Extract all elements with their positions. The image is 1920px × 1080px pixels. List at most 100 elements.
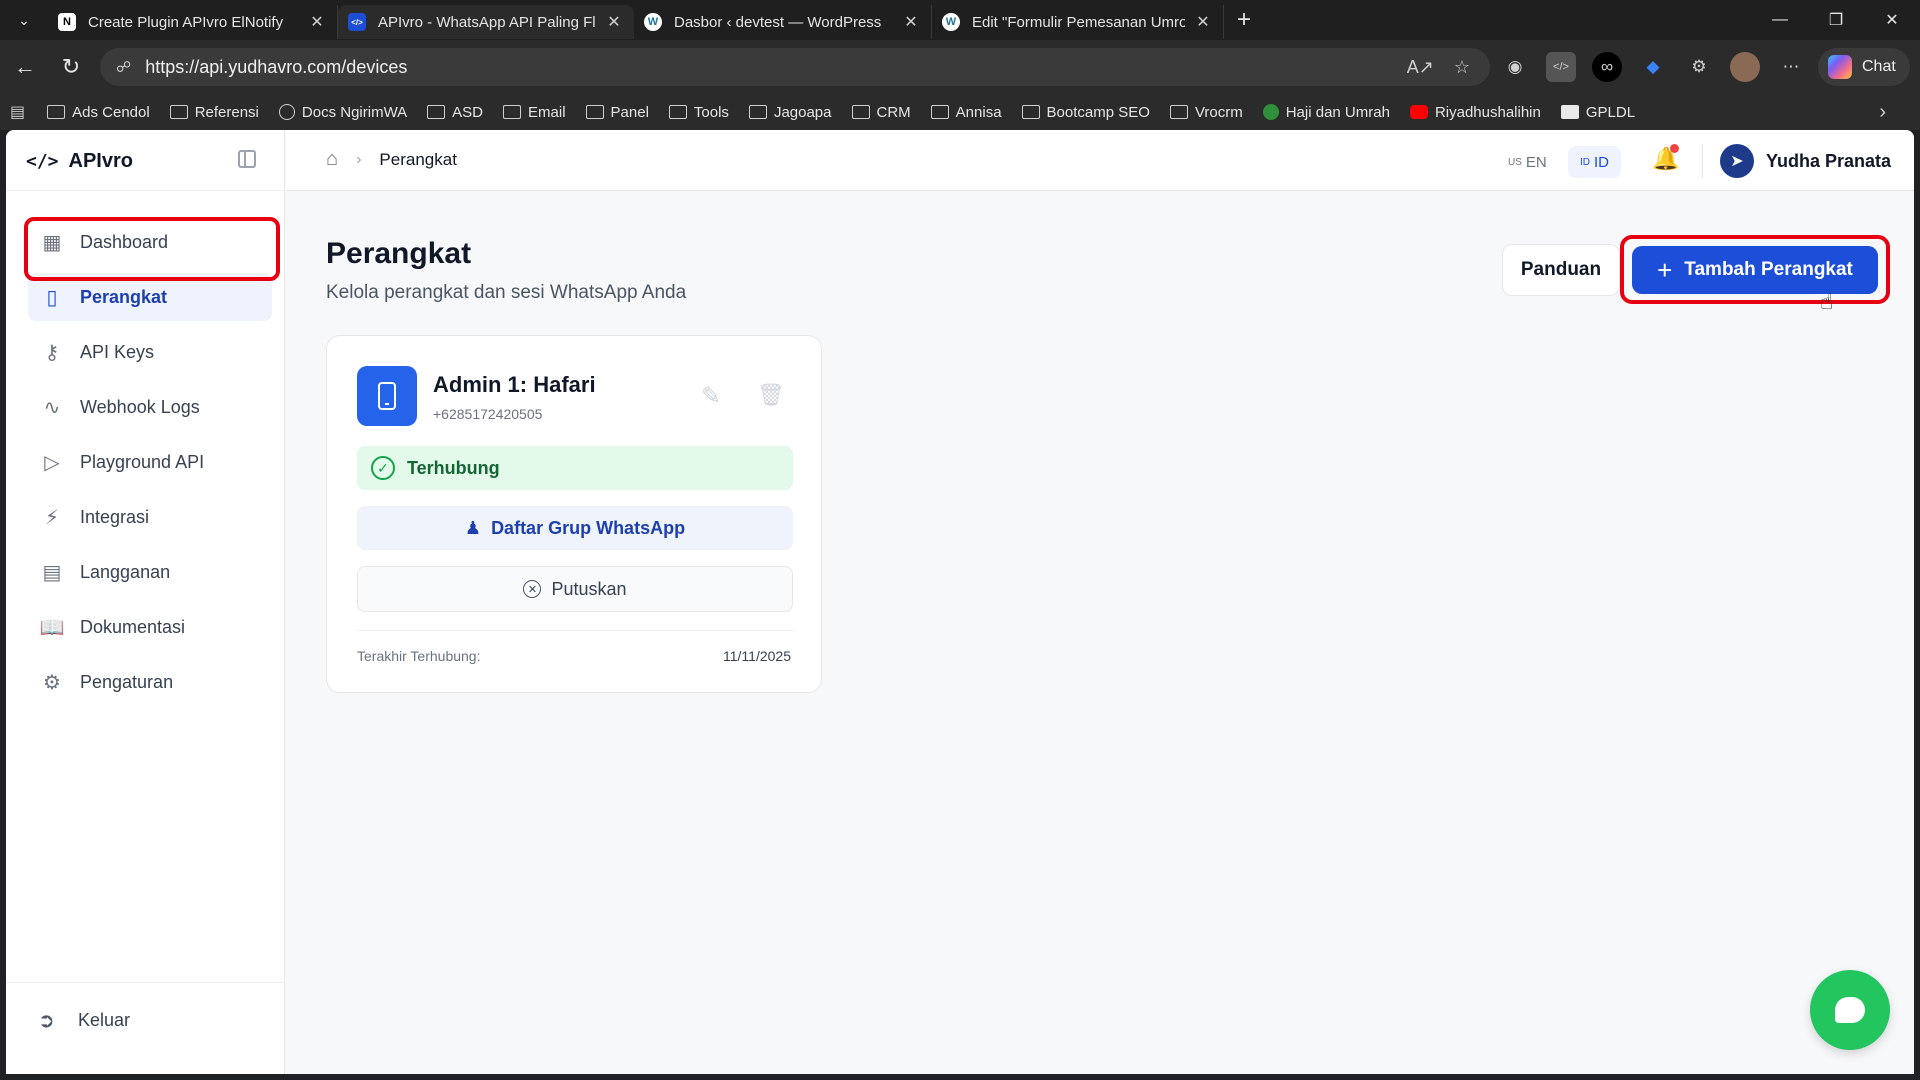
read-aloud-icon[interactable]: A↗ — [1407, 57, 1434, 78]
close-icon[interactable]: ✕ — [901, 12, 921, 32]
tab-actions-button[interactable]: ⌄ — [0, 0, 48, 40]
bookmark-folder[interactable]: Referensi — [169, 104, 259, 121]
haji-site-icon — [1262, 104, 1279, 120]
sidebar-item-label: Dokumentasi — [80, 616, 186, 637]
whatsapp-groups-button[interactable]: ♟ Daftar Grup WhatsApp — [357, 506, 793, 550]
check-circle-icon: ✓ — [371, 456, 395, 480]
disconnect-button[interactable]: ✕ Putuskan — [357, 566, 793, 612]
browser-tab-notion[interactable]: N Create Plugin APIvro ElNotify ✕ — [48, 5, 338, 39]
sidebar-collapse-icon[interactable] — [238, 150, 256, 168]
camera-extension-icon[interactable]: ◉ — [1500, 52, 1530, 82]
device-phone-icon — [357, 366, 417, 426]
code-extension-icon[interactable]: </> — [1546, 52, 1576, 82]
bookmark-link[interactable]: Haji dan Umrah — [1262, 104, 1390, 121]
bookmark-link[interactable]: Docs NgirimWA — [278, 103, 408, 121]
chat-label: Chat — [1862, 58, 1896, 75]
favorite-star-icon[interactable]: ☆ — [1454, 57, 1470, 78]
bookmark-label: Annisa — [955, 103, 1002, 121]
sidebar-item-label: Integrasi — [80, 506, 150, 527]
link-extension-icon[interactable]: ∞ — [1592, 52, 1622, 82]
users-icon: ♟ — [464, 517, 482, 538]
bookmark-label: Jagoapa — [773, 103, 832, 121]
bookmark-folder[interactable]: Vrocrm — [1169, 104, 1243, 121]
puzzle-extensions-icon[interactable]: ⚙ — [1684, 52, 1714, 82]
wordpress-favicon-icon: W — [644, 13, 662, 31]
bookmark-folder[interactable]: Ads Cendol — [47, 104, 150, 121]
sidebar-item-dashboard[interactable]: ▦ Dashboard — [28, 218, 272, 266]
user-name: Yudha Pranata — [1766, 150, 1892, 171]
tag-extension-icon[interactable]: ◆ — [1638, 52, 1668, 82]
close-icon[interactable]: ✕ — [1193, 12, 1213, 32]
bookmark-link[interactable]: GPLDL — [1560, 103, 1636, 121]
bookmark-folder[interactable]: ASD — [427, 104, 483, 121]
bookmark-label: Docs NgirimWA — [301, 103, 408, 121]
language-id-button[interactable]: ID ID — [1568, 146, 1621, 178]
reload-button[interactable]: ↻ — [48, 47, 94, 87]
browser-tab-wordpress-edit[interactable]: W Edit "Formulir Pemesanan Umroh ✕ — [932, 5, 1224, 39]
plus-icon: + — [1657, 254, 1673, 285]
zap-icon: ⚡ — [44, 506, 60, 529]
bookmark-folder[interactable]: Annisa — [930, 103, 1002, 121]
window-close-icon[interactable]: ✕ — [1864, 0, 1920, 40]
bookmark-folder[interactable]: Panel — [585, 103, 649, 121]
book-icon: 📖 — [39, 616, 65, 639]
sidebar-nav: ▦ Dashboard ▯ Perangkat ⚷ API Keys ∿ Web… — [28, 218, 272, 713]
gpldl-site-icon — [1560, 105, 1579, 119]
apivro-favicon-icon: </> — [348, 13, 366, 31]
pencil-icon[interactable]: ✎ — [701, 382, 721, 411]
brand-name: APIvro — [68, 149, 133, 172]
folder-icon — [930, 105, 949, 119]
browser-tab-apivro[interactable]: </> APIvro - WhatsApp API Paling Fle ✕ — [338, 5, 634, 39]
sidebar-item-langganan[interactable]: ▤ Langganan — [28, 548, 272, 596]
sidebar-item-api-keys[interactable]: ⚷ API Keys — [28, 328, 272, 376]
add-device-button[interactable]: + Tambah Perangkat — [1632, 246, 1878, 294]
sidebar-item-pengaturan[interactable]: ⚙ Pengaturan — [28, 658, 272, 706]
bookmark-label: GPLDL — [1585, 103, 1636, 121]
sidebar-item-webhook-logs[interactable]: ∿ Webhook Logs — [28, 383, 272, 431]
url-input[interactable]: ☍ https://api.yudhavro.com/devices A↗ ☆ — [100, 48, 1490, 86]
user-menu[interactable]: ➤ Yudha Pranata — [1720, 144, 1891, 178]
back-button[interactable]: ← — [2, 47, 48, 87]
sidebar-item-dokumentasi[interactable]: 📖 Dokumentasi — [28, 603, 272, 651]
bookmark-folder[interactable]: Tools — [668, 104, 729, 121]
bookmark-label: Panel — [610, 103, 649, 121]
close-icon[interactable]: ✕ — [604, 12, 624, 32]
home-icon[interactable]: ⌂ — [326, 148, 338, 171]
brand-logo[interactable]: </> APIvro — [26, 148, 133, 174]
profile-avatar-icon[interactable] — [1730, 52, 1760, 82]
bookmark-folder[interactable]: Email — [503, 104, 566, 121]
maximize-icon[interactable]: ❐ — [1808, 0, 1864, 40]
collections-icon[interactable]: ▤ — [10, 102, 25, 122]
status-badge: ✓ Terhubung — [357, 446, 793, 490]
bookmark-link[interactable]: Riyadhushalihin — [1409, 104, 1541, 121]
language-en-button[interactable]: US EN — [1496, 146, 1559, 178]
guide-button[interactable]: Panduan — [1502, 244, 1620, 296]
chat-support-button[interactable] — [1810, 970, 1890, 1050]
tab-title: APIvro - WhatsApp API Paling Fle — [378, 13, 596, 31]
copilot-chat-button[interactable]: Chat — [1818, 48, 1910, 86]
bookmark-folder[interactable]: CRM — [851, 104, 911, 121]
logout-button[interactable]: ➲ Keluar — [38, 1008, 130, 1033]
site-info-icon[interactable]: ☍ — [116, 58, 131, 76]
chevron-right-icon[interactable]: › — [1879, 101, 1886, 124]
new-tab-button[interactable]: + — [1224, 6, 1264, 34]
sidebar-item-perangkat[interactable]: ▯ Perangkat — [28, 273, 272, 321]
sidebar-item-playground-api[interactable]: ▷ Playground API — [28, 438, 272, 486]
url-text: https://api.yudhavro.com/devices — [145, 56, 408, 77]
chevron-down-icon: ⌄ — [18, 11, 30, 28]
bookmark-label: ASD — [452, 103, 484, 121]
disconnect-label: Putuskan — [551, 578, 627, 599]
sidebar-item-integrasi[interactable]: ⚡ Integrasi — [28, 493, 272, 541]
folder-icon — [503, 105, 522, 119]
play-icon: ▷ — [44, 451, 60, 474]
trash-icon[interactable]: 🗑 — [757, 382, 785, 408]
browser-tab-wordpress-dashboard[interactable]: W Dasbor ‹ devtest — WordPress ✕ — [634, 5, 932, 39]
more-menu-icon[interactable]: ⋯ — [1776, 52, 1806, 82]
sidebar-item-label: Langganan — [80, 561, 171, 582]
sidebar-item-label: Dashboard — [80, 231, 169, 252]
bookmark-folder[interactable]: Bootcamp SEO — [1021, 104, 1150, 121]
close-icon[interactable]: ✕ — [307, 12, 327, 32]
activity-icon: ∿ — [43, 396, 61, 419]
minimize-icon[interactable]: — — [1752, 0, 1808, 40]
bookmark-folder[interactable]: Jagoapa — [748, 103, 832, 121]
